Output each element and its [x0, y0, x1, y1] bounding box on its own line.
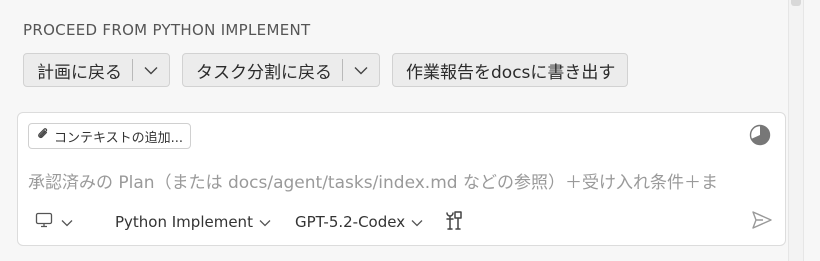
- back-to-task-split-label[interactable]: タスク分割に戻る: [183, 58, 342, 83]
- add-context-label: コンテキストの追加...: [54, 130, 184, 146]
- export-report-button[interactable]: 作業報告をdocsに書き出す: [392, 53, 629, 87]
- prompt-input[interactable]: 承認済みの Plan（または docs/agent/tasks/index.md…: [28, 168, 768, 193]
- target-selector[interactable]: [35, 212, 73, 232]
- export-report-label[interactable]: 作業報告をdocsに書き出す: [393, 58, 627, 83]
- chevron-down-icon[interactable]: [343, 66, 379, 75]
- tools-button[interactable]: [443, 209, 465, 235]
- chevron-down-icon[interactable]: [133, 66, 169, 75]
- action-buttons: 計画に戻る タスク分割に戻る 作業報告をdocsに書き出す: [23, 53, 629, 87]
- model-label: GPT-5.2-Codex: [294, 213, 406, 231]
- composer-toolbar: Python Implement GPT-5.2-Codex: [35, 207, 773, 237]
- back-to-plan-button[interactable]: 計画に戻る: [23, 53, 170, 87]
- add-context-button[interactable]: コンテキストの追加...: [28, 123, 192, 149]
- mode-selector[interactable]: Python Implement: [115, 213, 271, 231]
- monitor-icon: [35, 212, 53, 232]
- send-button[interactable]: [751, 210, 773, 234]
- tools-icon: [443, 209, 465, 235]
- model-selector[interactable]: GPT-5.2-Codex: [295, 213, 423, 231]
- mode-label: Python Implement: [115, 213, 253, 231]
- context-usage-icon[interactable]: [749, 124, 771, 150]
- paperclip-icon: [37, 127, 49, 145]
- scrollbar-thumb[interactable]: [791, 0, 801, 6]
- chat-composer: コンテキストの追加... 承認済みの Plan（または docs/agent/t…: [17, 112, 786, 246]
- proceed-heading: PROCEED FROM PYTHON IMPLEMENT: [23, 21, 311, 39]
- chevron-down-icon: [259, 213, 271, 231]
- send-icon: [751, 210, 773, 234]
- scrollbar[interactable]: [788, 0, 804, 261]
- chevron-down-icon: [61, 213, 73, 231]
- back-to-task-split-button[interactable]: タスク分割に戻る: [182, 53, 380, 87]
- chevron-down-icon: [411, 213, 423, 231]
- back-to-plan-label[interactable]: 計画に戻る: [24, 58, 132, 83]
